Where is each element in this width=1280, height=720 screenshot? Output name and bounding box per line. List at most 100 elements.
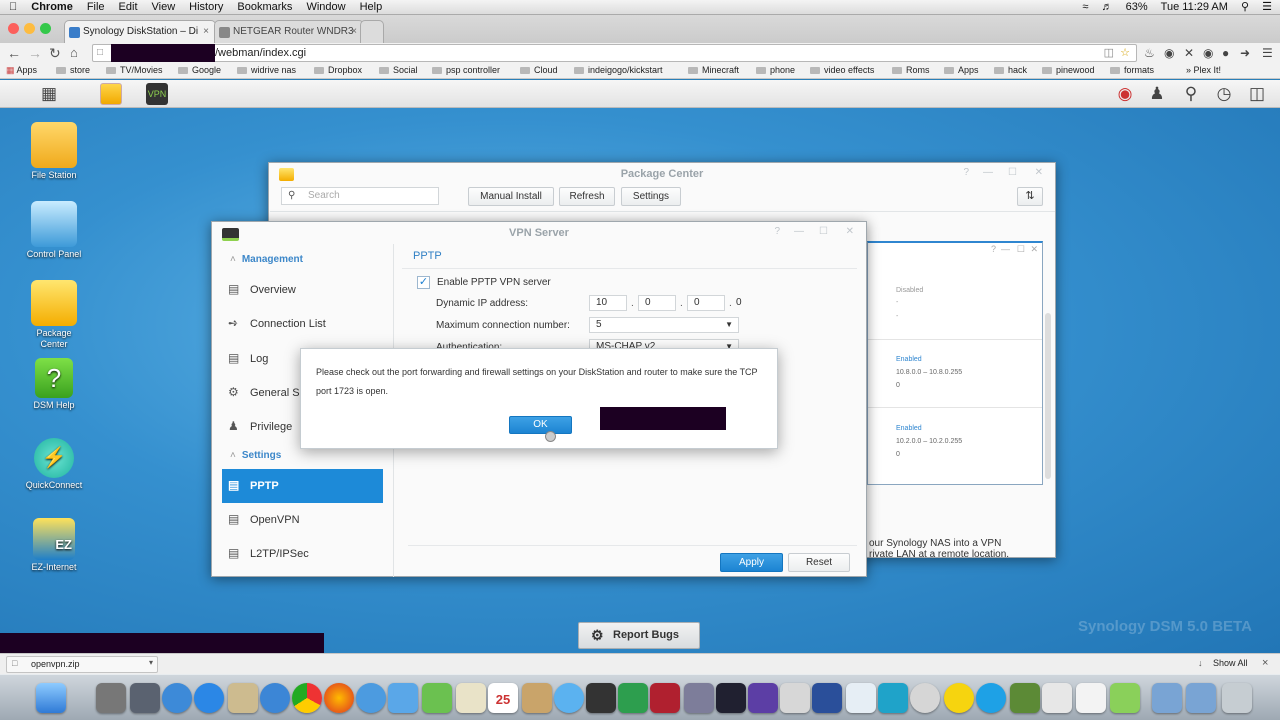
menu-edit[interactable]: Edit bbox=[119, 0, 138, 14]
messages-icon[interactable] bbox=[554, 683, 584, 713]
app-icon[interactable] bbox=[780, 683, 810, 713]
chrome-icon[interactable] bbox=[292, 683, 322, 713]
launchpad-icon[interactable] bbox=[130, 683, 160, 713]
new-tab-button[interactable] bbox=[360, 20, 384, 43]
clock-icon[interactable] bbox=[910, 683, 940, 713]
app-icon[interactable] bbox=[812, 683, 842, 713]
volume-icon[interactable]: ♬ bbox=[1102, 1, 1113, 13]
wifi-icon[interactable]: ≈ bbox=[1082, 1, 1088, 13]
vpn-server-taskbar-icon[interactable]: VPN bbox=[146, 83, 168, 105]
close-download-bar-icon[interactable]: × bbox=[1262, 657, 1268, 669]
tab-synology[interactable]: Synology DiskStation – Di × bbox=[64, 20, 216, 43]
close-icon[interactable]: ✕ bbox=[1035, 167, 1043, 178]
sidebar-item-connection-list[interactable]: ➺ Connection List bbox=[222, 307, 383, 341]
refresh-button[interactable]: Refresh bbox=[559, 187, 615, 206]
menu-view[interactable]: View bbox=[152, 0, 176, 14]
contacts-icon[interactable] bbox=[522, 683, 552, 713]
menu-history[interactable]: History bbox=[189, 0, 223, 14]
spotlight-icon[interactable]: ⚲ bbox=[1241, 1, 1249, 13]
sidebar-section-settings[interactable]: ˄ Settings bbox=[230, 450, 281, 461]
bookmark-item[interactable]: widrive nas bbox=[237, 63, 296, 78]
bookmark-item[interactable]: pinewood bbox=[1042, 63, 1095, 78]
chrome-menu-icon[interactable]: ☰ bbox=[1262, 45, 1273, 61]
close-icon[interactable]: ✕ bbox=[1030, 244, 1038, 255]
folder-icon[interactable] bbox=[1152, 683, 1182, 713]
app-icon[interactable] bbox=[1042, 683, 1072, 713]
maximize-icon[interactable]: ☐ bbox=[819, 226, 828, 237]
show-desktop-icon[interactable]: ◫ bbox=[1246, 83, 1268, 105]
clock[interactable]: Tue 11:29 AM bbox=[1161, 1, 1228, 13]
app-icon[interactable] bbox=[422, 683, 452, 713]
bookmark-item[interactable]: hack bbox=[994, 63, 1027, 78]
manual-install-button[interactable]: Manual Install bbox=[468, 187, 554, 206]
sidebar-item-overview[interactable]: ▤ Overview bbox=[222, 273, 383, 307]
mail-icon[interactable] bbox=[388, 683, 418, 713]
maximize-icon[interactable]: ☐ bbox=[1008, 167, 1017, 178]
notifications-icon[interactable]: ◉ bbox=[1114, 83, 1136, 105]
trash-icon[interactable] bbox=[1222, 683, 1252, 713]
app-icon[interactable] bbox=[650, 683, 680, 713]
apply-button[interactable]: Apply bbox=[720, 553, 783, 572]
bookmark-item[interactable]: TV/Movies bbox=[106, 63, 163, 78]
ip-octet-1[interactable]: 10 bbox=[589, 295, 627, 311]
apple-menu-icon[interactable]:  bbox=[9, 0, 17, 14]
app-icon[interactable] bbox=[456, 683, 486, 713]
bookmark-star-icon[interactable]: ☆ bbox=[1120, 45, 1130, 61]
menu-window[interactable]: Window bbox=[306, 0, 345, 14]
bookmark-item[interactable]: store bbox=[56, 63, 90, 78]
extension-icon[interactable]: ✕ bbox=[1184, 45, 1194, 61]
app-icon[interactable] bbox=[878, 683, 908, 713]
bookmark-item[interactable]: Dropbox bbox=[314, 63, 362, 78]
enable-pptp-checkbox[interactable]: ✓ bbox=[417, 276, 430, 289]
close-icon[interactable]: ✕ bbox=[846, 226, 854, 237]
minimize-window-icon[interactable] bbox=[24, 23, 35, 34]
close-window-icon[interactable] bbox=[8, 23, 19, 34]
desktop-icon-package-center[interactable]: Package Center bbox=[16, 280, 92, 350]
sidebar-item-openvpn[interactable]: ▤ OpenVPN bbox=[222, 503, 383, 537]
remote-desktop-icon[interactable] bbox=[260, 683, 290, 713]
extension-icon[interactable]: ◉ bbox=[1203, 45, 1213, 61]
safari-icon[interactable] bbox=[356, 683, 386, 713]
bookmark-overflow[interactable]: » Plex It! bbox=[1186, 63, 1221, 78]
help-icon[interactable]: ? bbox=[774, 226, 780, 237]
app-icon[interactable] bbox=[618, 683, 648, 713]
settings-button[interactable]: Settings bbox=[621, 187, 681, 206]
menu-help[interactable]: Help bbox=[360, 0, 383, 14]
app-icon[interactable] bbox=[684, 683, 714, 713]
zoom-window-icon[interactable] bbox=[40, 23, 51, 34]
search-input[interactable]: ⚲ Search bbox=[281, 187, 439, 205]
address-bar[interactable]: □ /webman/index.cgi ☆ ◫ bbox=[92, 44, 1137, 62]
bookmark-item[interactable]: Cloud bbox=[520, 63, 558, 78]
extension-icon[interactable]: ◉ bbox=[1164, 45, 1174, 61]
downloads-folder-icon[interactable] bbox=[1186, 683, 1216, 713]
caret-down-icon[interactable]: ▾ bbox=[149, 658, 153, 667]
home-icon[interactable]: ⌂ bbox=[70, 44, 78, 62]
notes-icon[interactable] bbox=[228, 683, 258, 713]
bookmark-item[interactable]: indeigogo/kickstart bbox=[574, 63, 663, 78]
scrollbar[interactable] bbox=[1045, 313, 1051, 479]
sort-icon[interactable]: ⇅ bbox=[1017, 187, 1043, 206]
max-connection-select[interactable]: 5 ▼ bbox=[589, 317, 739, 333]
extension-icon[interactable]: ● bbox=[1222, 45, 1229, 61]
desktop-icon-file-station[interactable]: File Station bbox=[16, 122, 92, 181]
facetime-icon[interactable] bbox=[586, 683, 616, 713]
back-arrow-icon[interactable]: ← bbox=[7, 44, 21, 62]
app-icon[interactable] bbox=[1110, 683, 1140, 713]
reload-icon[interactable]: ↻ bbox=[49, 44, 61, 62]
minimize-icon[interactable]: — bbox=[1001, 244, 1010, 254]
cyberduck-icon[interactable] bbox=[944, 683, 974, 713]
tab-close-icon[interactable]: × bbox=[203, 21, 209, 43]
minimize-icon[interactable]: — bbox=[794, 226, 804, 237]
notification-icon[interactable]: ☰ bbox=[1262, 1, 1272, 13]
ip-octet-3[interactable]: 0 bbox=[687, 295, 725, 311]
skype-icon[interactable] bbox=[976, 683, 1006, 713]
bookmark-item[interactable]: phone bbox=[756, 63, 795, 78]
report-bugs-button[interactable]: ⚙ Report Bugs bbox=[578, 622, 700, 649]
sidebar-item-l2tp[interactable]: ▤ L2TP/IPSec bbox=[222, 537, 383, 571]
imovie-icon[interactable] bbox=[748, 683, 778, 713]
ip-octet-2[interactable]: 0 bbox=[638, 295, 676, 311]
app-store-icon[interactable] bbox=[162, 683, 192, 713]
desktop-icon-quickconnect[interactable]: ⚡ QuickConnect bbox=[16, 438, 92, 491]
bookmark-item[interactable]: Minecraft bbox=[688, 63, 739, 78]
main-menu-grid-icon[interactable]: ▦ bbox=[38, 83, 60, 105]
